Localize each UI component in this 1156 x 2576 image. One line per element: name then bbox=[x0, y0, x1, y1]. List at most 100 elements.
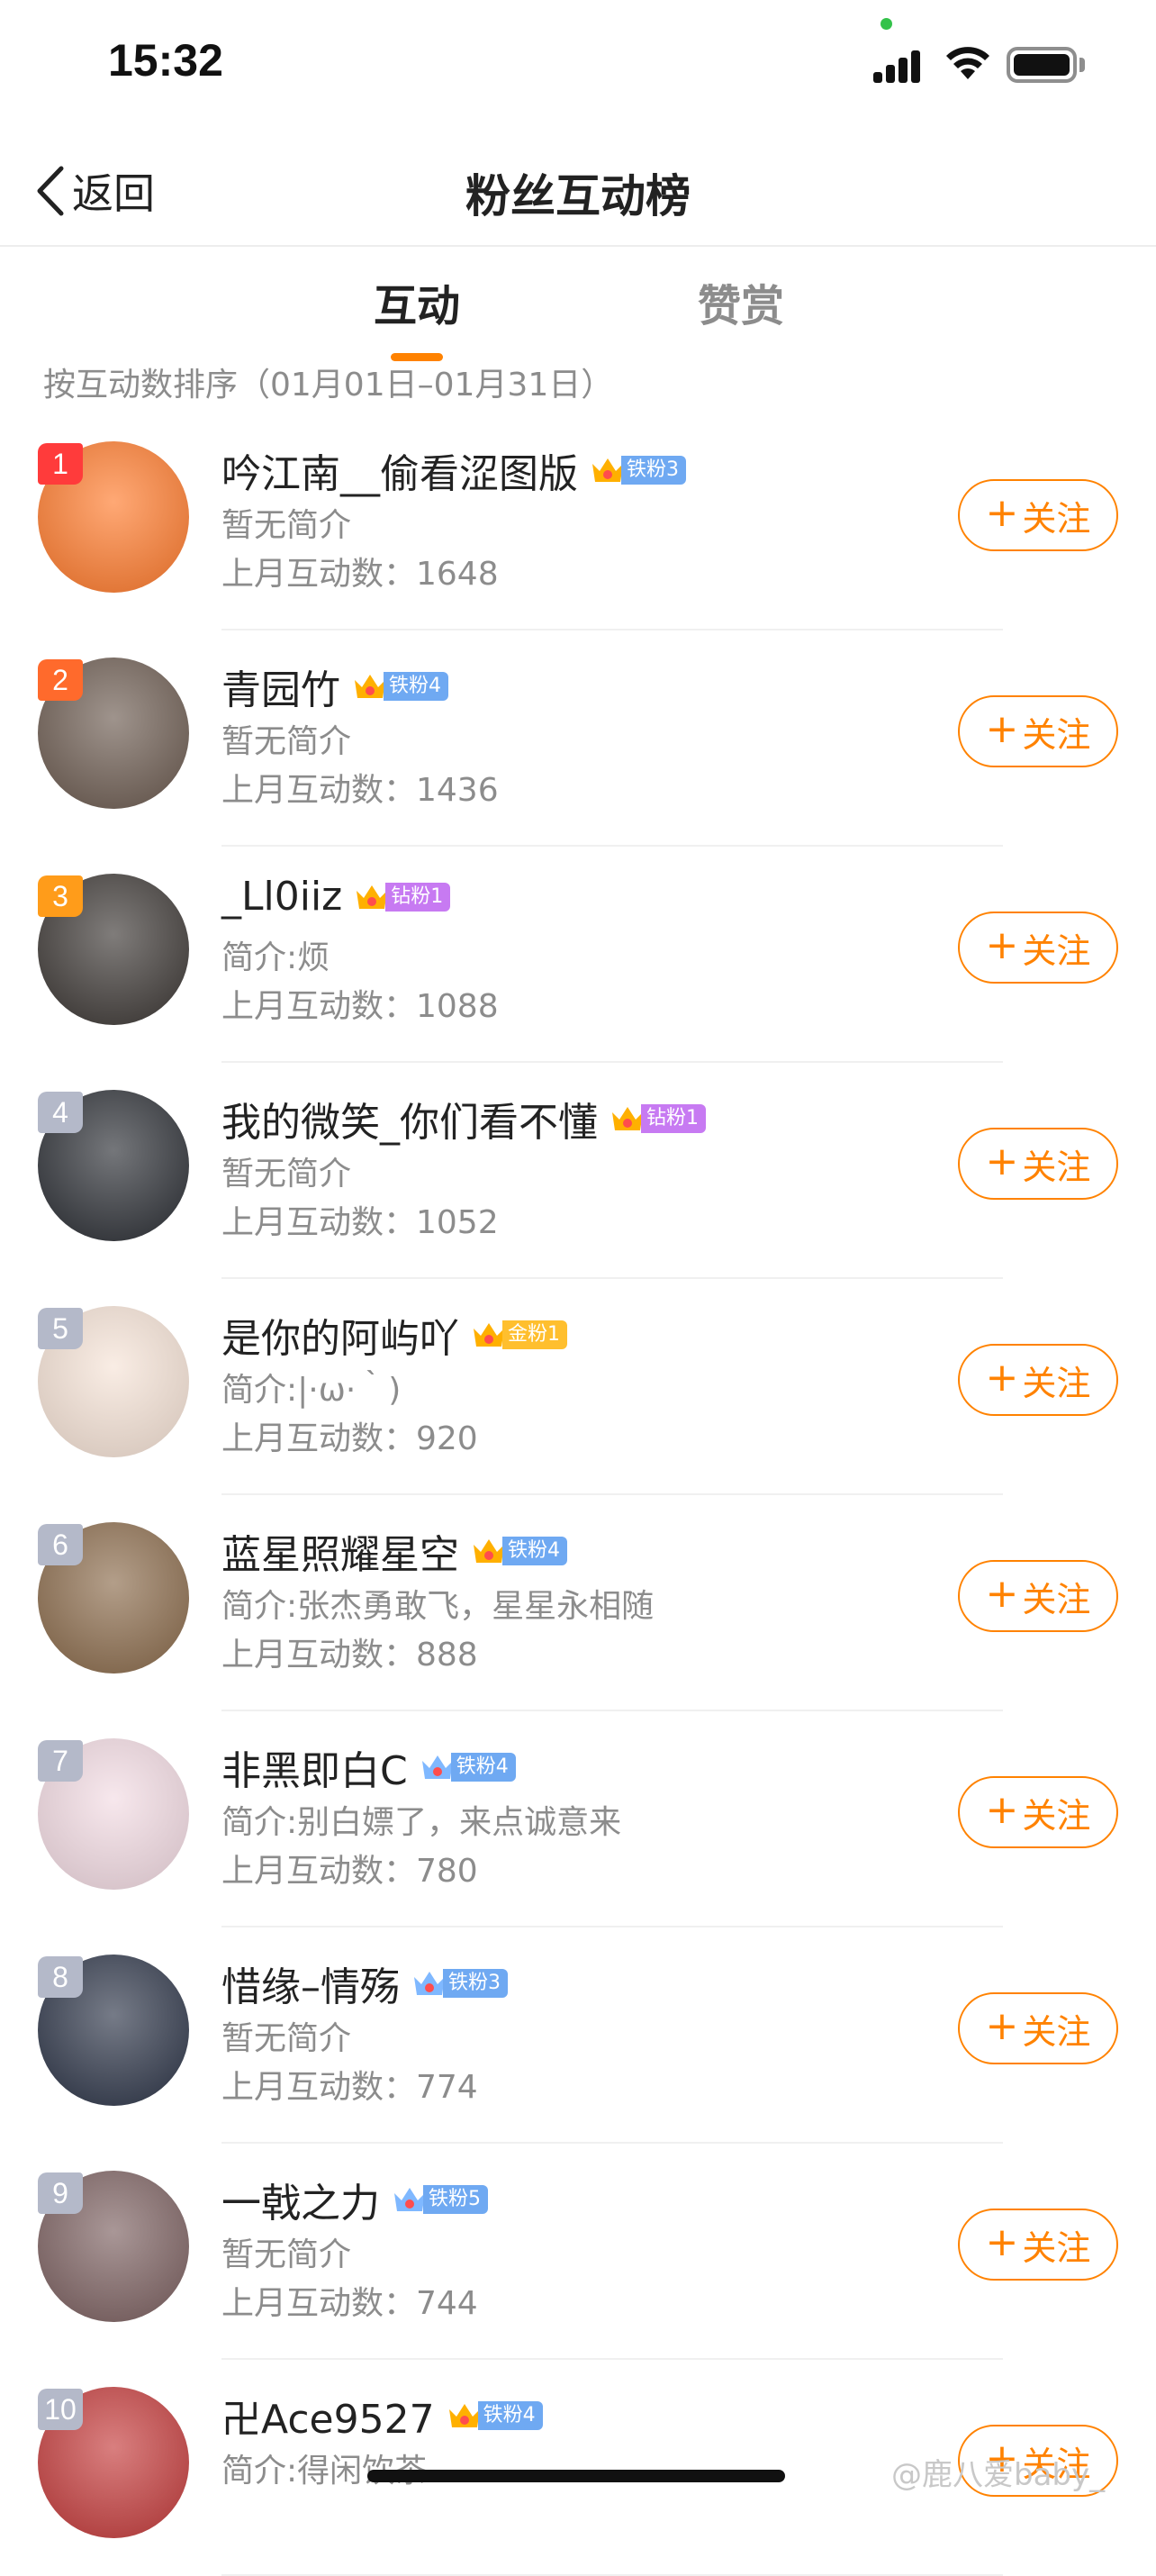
fan-level-label: 铁粉3 bbox=[443, 1969, 508, 1998]
plus-icon: + bbox=[985, 1571, 1019, 1617]
plus-icon: + bbox=[985, 1138, 1019, 1184]
tab-appreciation[interactable]: 赞赏 bbox=[698, 270, 784, 333]
interaction-count: 上月互动数：1648 bbox=[221, 556, 499, 593]
plus-icon: + bbox=[985, 922, 1019, 968]
follow-label: 关注 bbox=[1022, 1147, 1091, 1187]
user-name-text: 非黑即白C bbox=[221, 1748, 408, 1794]
fan-level-badge: 铁粉4 bbox=[446, 2399, 543, 2433]
fan-level-label: 铁粉5 bbox=[423, 2185, 488, 2214]
plus-icon: + bbox=[985, 706, 1019, 752]
user-name[interactable]: 蓝星照耀星空 铁粉4 bbox=[221, 1522, 567, 1580]
list-item[interactable]: 7 非黑即白C 铁粉4 简介:别白嫖了，来点诚意来 上月互动数：780 + 关注 bbox=[0, 1711, 1156, 1927]
fan-level-label: 铁粉4 bbox=[450, 1753, 516, 1782]
interaction-count: 上月互动数：780 bbox=[221, 1853, 478, 1890]
follow-button[interactable]: + 关注 bbox=[958, 479, 1118, 551]
fan-level-badge: 钻粉1 bbox=[353, 880, 451, 914]
user-bio: 暂无简介 bbox=[221, 2236, 352, 2273]
user-name[interactable]: 非黑即白C 铁粉4 bbox=[221, 1738, 516, 1796]
user-name-text: 是你的阿屿吖 bbox=[221, 1316, 459, 1362]
list-item[interactable]: 4 我的微笑_你们看不懂 钻粉1 暂无简介 上月互动数：1052 + 关注 bbox=[0, 1063, 1156, 1279]
rank-badge: 7 bbox=[38, 1740, 83, 1782]
user-bio: 简介:得闲饮茶 bbox=[221, 2453, 428, 2490]
follow-button[interactable]: + 关注 bbox=[958, 1776, 1118, 1848]
list-item[interactable]: 2 青园竹 铁粉4 暂无简介 上月互动数：1436 + 关注 bbox=[0, 630, 1156, 847]
user-name[interactable]: _Ll0iiz 钻粉1 bbox=[221, 874, 451, 920]
user-name[interactable]: 一戟之力 铁粉5 bbox=[221, 2171, 488, 2228]
list-item[interactable]: 6 蓝星照耀星空 铁粉4 简介:张杰勇敢飞，星星永相随 上月互动数：888 + … bbox=[0, 1495, 1156, 1711]
cellular-signal-icon bbox=[873, 47, 933, 83]
follow-button[interactable]: + 关注 bbox=[958, 1344, 1118, 1416]
user-bio: 简介:别白嫖了，来点诚意来 bbox=[221, 1804, 622, 1841]
fan-level-badge: 金粉1 bbox=[470, 1318, 567, 1352]
watermark: @鹿八爱baby_ bbox=[891, 2457, 1106, 2493]
plus-icon: + bbox=[985, 490, 1019, 536]
fan-level-badge: 铁粉4 bbox=[470, 1534, 567, 1568]
follow-button[interactable]: + 关注 bbox=[958, 1560, 1118, 1632]
interaction-count: 上月互动数：888 bbox=[221, 1637, 478, 1673]
battery-cap bbox=[1079, 58, 1085, 72]
user-name[interactable]: 我的微笑_你们看不懂 钻粉1 bbox=[221, 1090, 706, 1147]
page-title: 粉丝互动榜 bbox=[465, 170, 691, 222]
plus-icon: + bbox=[985, 1355, 1019, 1401]
rank-badge: 3 bbox=[38, 875, 83, 917]
user-bio: 简介:烦 bbox=[221, 939, 330, 976]
interaction-count: 上月互动数：744 bbox=[221, 2285, 478, 2322]
list-item[interactable]: 5 是你的阿屿吖 金粉1 简介:|·ω·｀) 上月互动数：920 + 关注 bbox=[0, 1279, 1156, 1495]
follow-button[interactable]: + 关注 bbox=[958, 912, 1118, 984]
nav-bar: 返回 粉丝互动榜 bbox=[0, 135, 1156, 247]
rank-badge: 9 bbox=[38, 2172, 83, 2214]
fan-level-label: 铁粉4 bbox=[502, 1537, 567, 1565]
fan-level-badge: 铁粉3 bbox=[589, 453, 686, 487]
follow-label: 关注 bbox=[1022, 2011, 1091, 2052]
sort-hint: 按互动数排序（01月01日–01月31日） bbox=[43, 367, 614, 404]
fan-level-label: 铁粉3 bbox=[621, 456, 686, 485]
privacy-indicator-dot bbox=[881, 18, 892, 30]
user-name[interactable]: 卍Ace9527 铁粉4 bbox=[221, 2387, 543, 2444]
follow-label: 关注 bbox=[1022, 1579, 1091, 1619]
rank-badge: 1 bbox=[38, 443, 83, 485]
fan-level-label: 金粉1 bbox=[502, 1320, 567, 1349]
follow-button[interactable]: + 关注 bbox=[958, 1128, 1118, 1200]
follow-label: 关注 bbox=[1022, 930, 1091, 971]
list-item[interactable]: 3 _Ll0iiz 钻粉1 简介:烦 上月互动数：1088 + 关注 bbox=[0, 847, 1156, 1063]
fan-level-badge: 铁粉4 bbox=[419, 1750, 516, 1784]
status-time: 15:32 bbox=[108, 35, 223, 86]
fan-level-label: 铁粉4 bbox=[384, 672, 448, 701]
fan-level-label: 钻粉1 bbox=[385, 882, 451, 912]
user-name-text: _Ll0iiz bbox=[221, 874, 343, 920]
user-name-text: 吟江南__偷看涩图版 bbox=[221, 451, 578, 497]
tab-interaction[interactable]: 互动 bbox=[374, 270, 460, 333]
user-bio: 简介:|·ω·｀) bbox=[221, 1372, 402, 1409]
rank-badge: 10 bbox=[38, 2389, 83, 2430]
user-name-text: 卍Ace9527 bbox=[221, 2397, 435, 2443]
rank-badge: 5 bbox=[38, 1308, 83, 1349]
list-item[interactable]: 8 惜缘–情殇 铁粉3 暂无简介 上月互动数：774 + 关注 bbox=[0, 1927, 1156, 2144]
follow-label: 关注 bbox=[1022, 1363, 1091, 1403]
user-name[interactable]: 吟江南__偷看涩图版 铁粉3 bbox=[221, 441, 686, 499]
list-item[interactable]: 1 吟江南__偷看涩图版 铁粉3 暂无简介 上月互动数：1648 + 关注 bbox=[0, 414, 1156, 630]
wifi-icon bbox=[946, 47, 989, 79]
user-name-text: 蓝星照耀星空 bbox=[221, 1532, 459, 1578]
interaction-count: 上月互动数：1436 bbox=[221, 772, 499, 809]
follow-button[interactable]: + 关注 bbox=[958, 2209, 1118, 2281]
follow-label: 关注 bbox=[1022, 498, 1091, 539]
user-name-text: 青园竹 bbox=[221, 667, 340, 713]
battery-icon bbox=[1007, 47, 1077, 83]
interaction-count: 上月互动数：920 bbox=[221, 1420, 478, 1457]
user-bio: 暂无简介 bbox=[221, 2020, 352, 2057]
fan-level-badge: 铁粉4 bbox=[351, 669, 448, 703]
user-name[interactable]: 惜缘–情殇 铁粉3 bbox=[221, 1955, 508, 2012]
user-bio: 暂无简介 bbox=[221, 507, 352, 544]
interaction-count: 上月互动数：1052 bbox=[221, 1204, 499, 1241]
fan-level-badge: 钻粉1 bbox=[609, 1102, 706, 1136]
plus-icon: + bbox=[985, 1787, 1019, 1833]
follow-button[interactable]: + 关注 bbox=[958, 1992, 1118, 2064]
list-item[interactable]: 9 一戟之力 铁粉5 暂无简介 上月互动数：744 + 关注 bbox=[0, 2144, 1156, 2360]
user-name[interactable]: 是你的阿屿吖 金粉1 bbox=[221, 1306, 567, 1364]
status-bar: 15:32 bbox=[0, 0, 1156, 135]
interaction-count: 上月互动数：774 bbox=[221, 2069, 478, 2106]
follow-button[interactable]: + 关注 bbox=[958, 695, 1118, 767]
rank-badge: 8 bbox=[38, 1956, 83, 1998]
fan-level-badge: 铁粉5 bbox=[391, 2182, 488, 2217]
user-name[interactable]: 青园竹 铁粉4 bbox=[221, 658, 448, 715]
